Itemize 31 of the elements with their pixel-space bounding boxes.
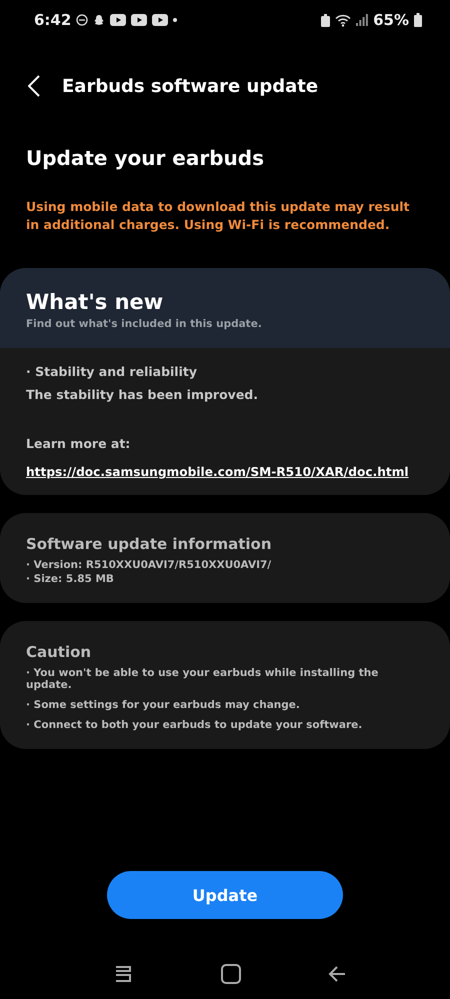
ghost-icon	[93, 14, 106, 26]
clock-time: 6:42	[34, 11, 72, 29]
update-button[interactable]: Update	[107, 871, 343, 919]
dot-icon	[173, 18, 178, 22]
section-heading: Update your earbuds	[26, 146, 265, 170]
info-line: · Version: R510XXU0AVI7/R510XXU0AVI7/	[26, 559, 272, 571]
play-icon	[152, 14, 168, 26]
update-description: The stability has been improved.	[26, 387, 259, 402]
card-title: Caution	[26, 643, 92, 661]
info-line: · Size: 5.85 MB	[26, 573, 115, 585]
caution-line: · Some settings for your earbuds may change.	[26, 699, 301, 711]
back-icon[interactable]	[328, 965, 346, 983]
update-item: · Stability and reliability	[26, 364, 198, 379]
play-icon	[131, 14, 148, 26]
home-icon[interactable]	[220, 964, 241, 984]
battery-percent: 65%	[373, 11, 409, 29]
do-not-disturb-icon	[76, 14, 88, 26]
battery-icon	[414, 13, 422, 27]
battery-saver-icon	[321, 14, 330, 26]
signal-icon	[356, 14, 368, 26]
learn-more-label: Learn more at:	[26, 436, 132, 451]
card-title: What's new	[26, 290, 164, 314]
data-warning: Using mobile data to download this update may result in additional charges. Using Wi-Fi is recommended.	[26, 198, 410, 234]
page-title: Earbuds software update	[62, 76, 318, 96]
doc-link[interactable]: https://doc.samsungmobile.com/SM-R510/XAR/doc.html	[26, 465, 424, 479]
card-title: Software update information	[26, 535, 273, 553]
card-subtitle: Find out what's included in this update.	[26, 318, 263, 330]
play-icon	[110, 14, 126, 26]
caution-line: · Connect to both your earbuds to update your software.	[26, 719, 364, 731]
wifi-icon	[335, 14, 352, 26]
caution-line: · You won't be able to use your earbuds while installing the update.	[26, 667, 380, 691]
